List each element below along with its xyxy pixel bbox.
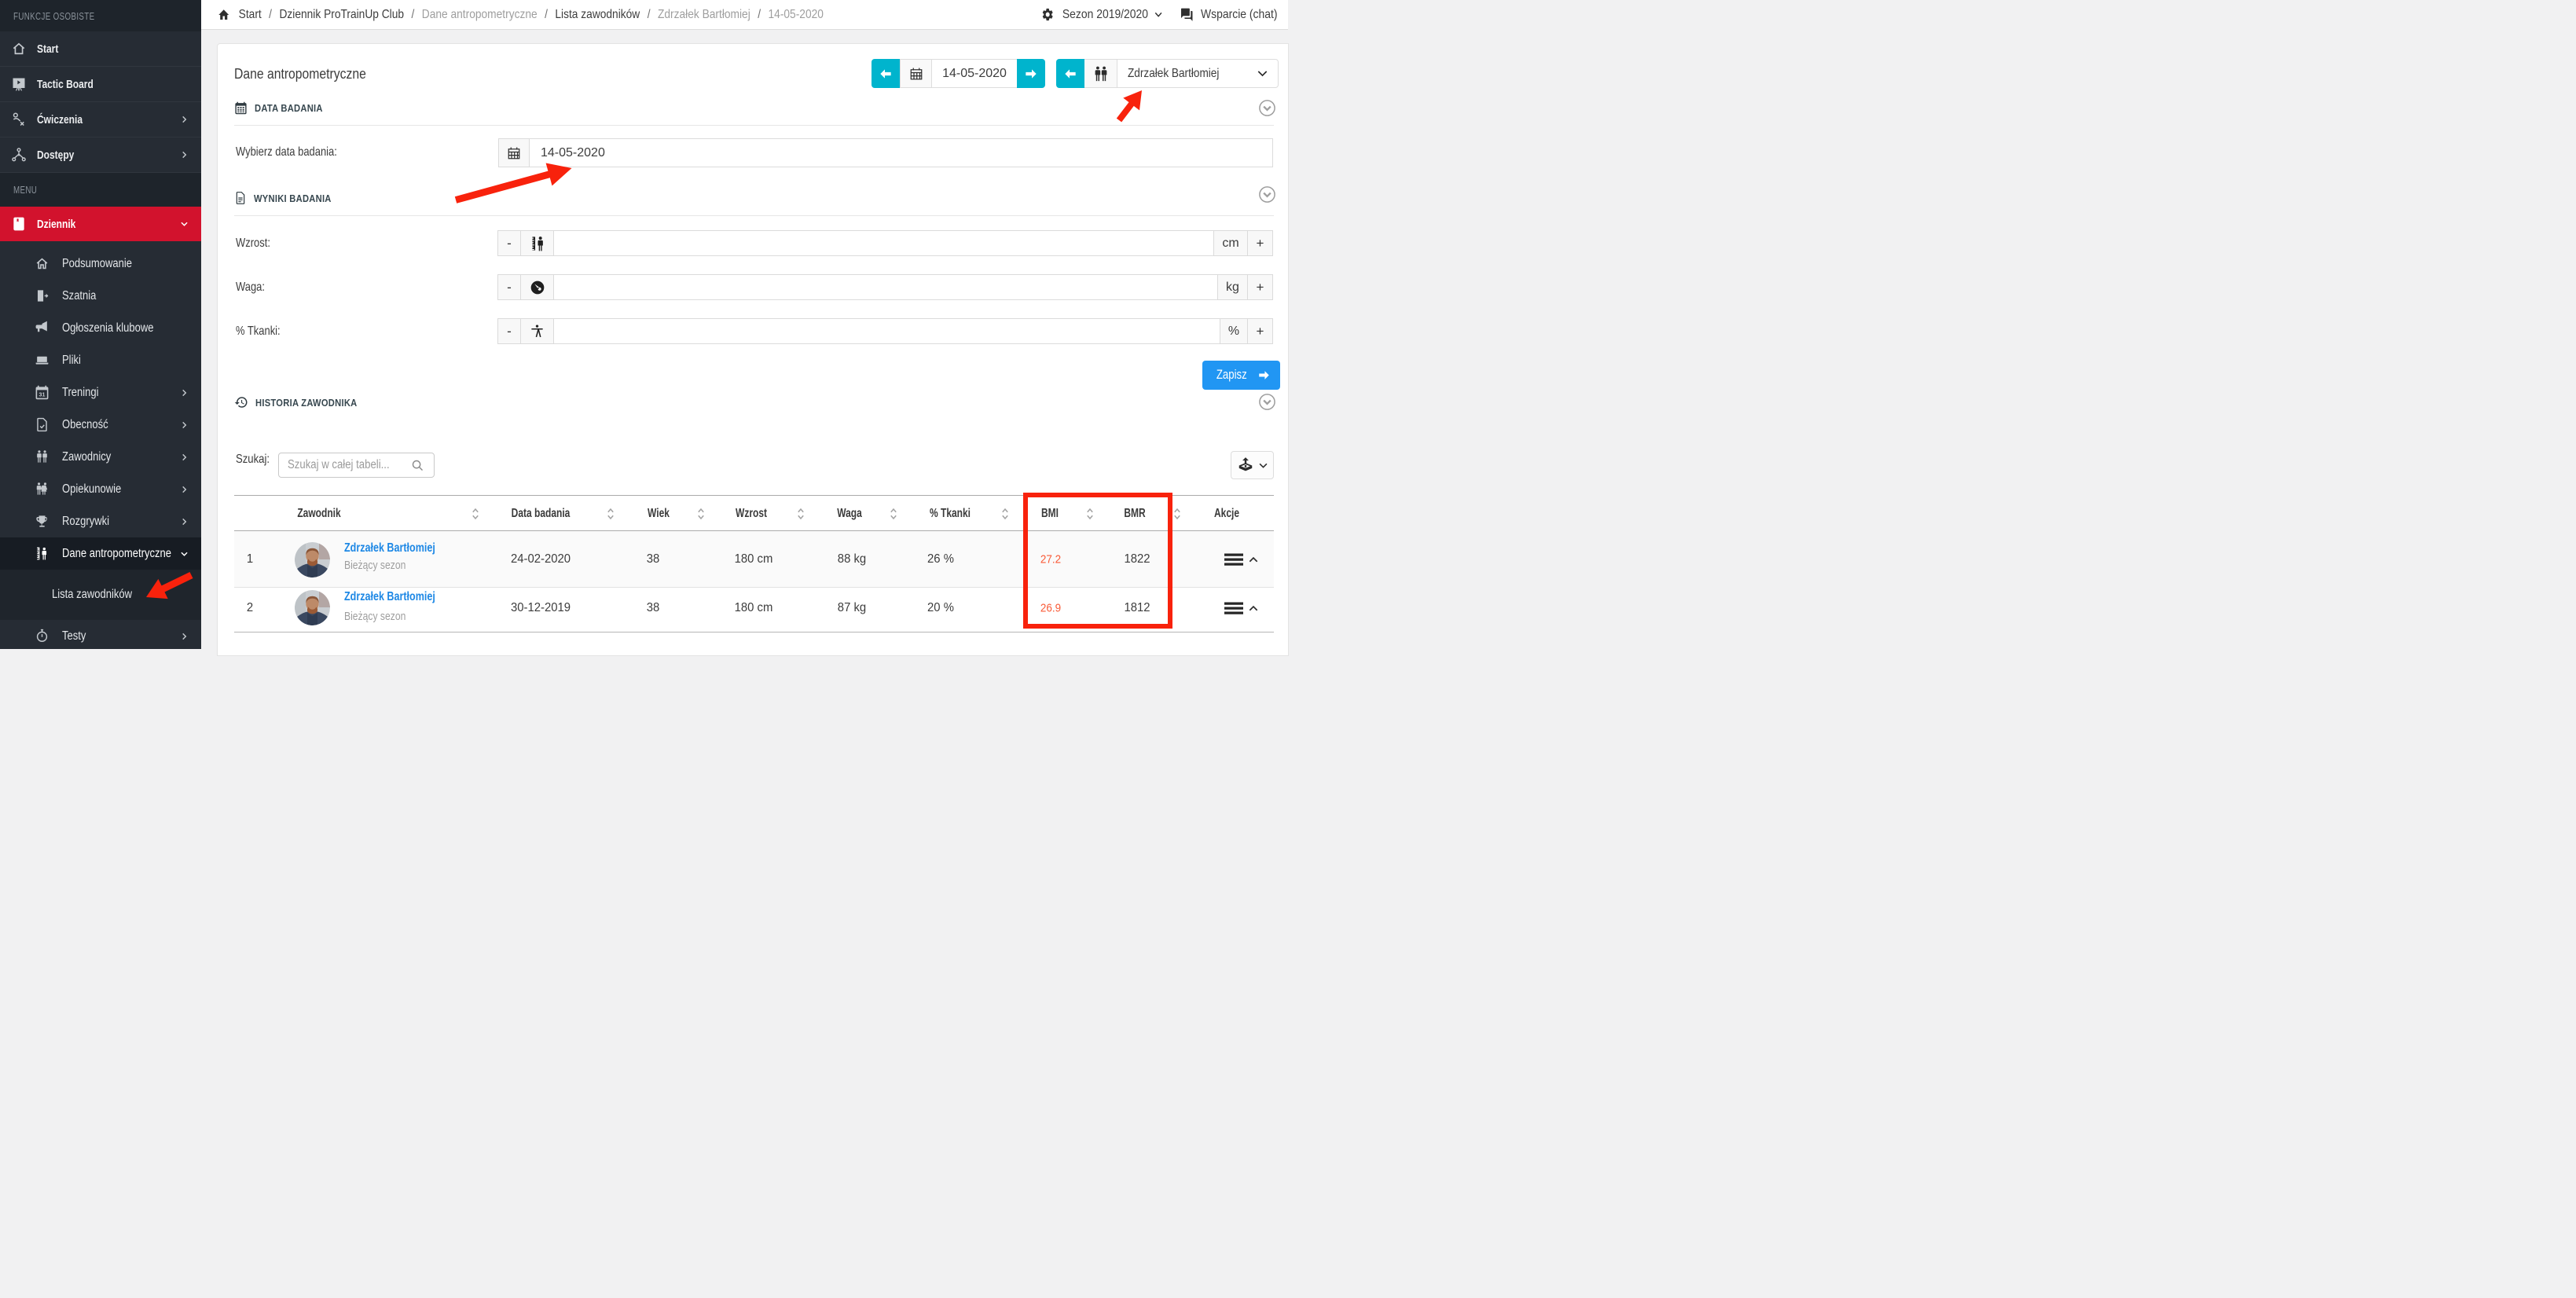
svg-text:31: 31 — [39, 391, 46, 398]
